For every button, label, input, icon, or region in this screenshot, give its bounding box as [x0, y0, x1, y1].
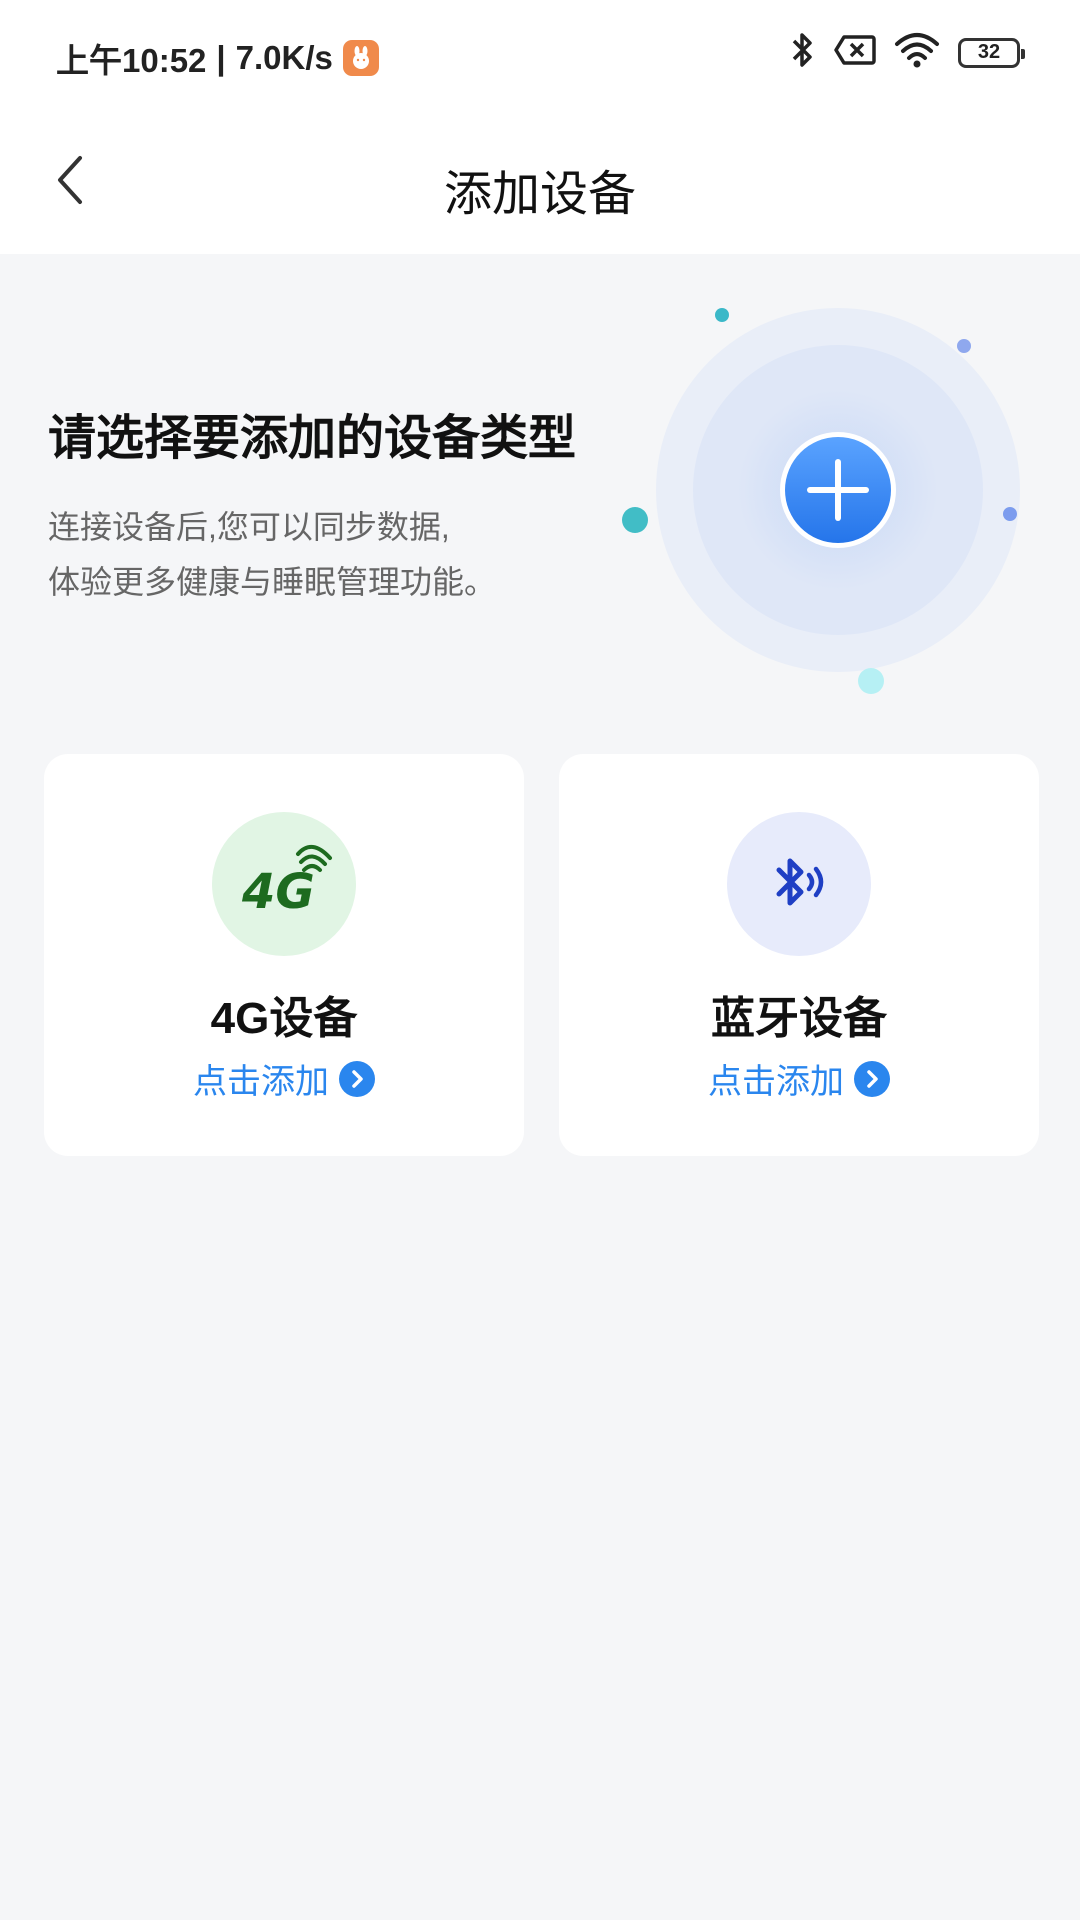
card-action-label: 点击添加: [193, 1063, 329, 1101]
wifi-icon: [894, 32, 940, 73]
card-action-label: 点击添加: [708, 1063, 844, 1101]
bluetooth-signal-icon: [727, 812, 871, 956]
status-separator: |: [216, 39, 226, 76]
status-net-speed: 7.0K/s: [235, 39, 333, 76]
nav-bar: 添加设备: [0, 110, 1080, 254]
decor-dot-3: [622, 507, 648, 533]
status-bar: 上午10:52 | 7.0K/s 32: [0, 0, 1080, 110]
add-bluetooth-device-link[interactable]: 点击添加: [559, 1054, 1039, 1103]
hero-description: 连接设备后,您可以同步数据, 体验更多健康与睡眠管理功能。: [48, 500, 608, 610]
chevron-right-icon: [854, 1060, 890, 1097]
no-sim-icon: [834, 34, 876, 71]
decor-dot-1: [715, 308, 729, 322]
decor-dot-2: [957, 339, 971, 353]
4g-icon-text: 4G: [241, 864, 315, 920]
decor-dot-5: [858, 668, 884, 694]
page-title: 添加设备: [443, 168, 636, 221]
add-4g-device-link[interactable]: 点击添加: [44, 1054, 524, 1103]
hero-heading: 请选择要添加的设备类型: [48, 412, 577, 465]
battery-level: 32: [977, 41, 1001, 63]
battery-icon: 32: [958, 37, 1025, 68]
device-card-bluetooth[interactable]: 蓝牙设备 点击添加: [559, 754, 1039, 1156]
status-left: 上午10:52 | 7.0K/s: [56, 34, 379, 82]
chevron-right-icon: [339, 1060, 375, 1097]
card-title-4g: 4G设备: [210, 994, 358, 1043]
status-time: 上午10:52: [56, 42, 207, 79]
rabbit-app-icon: [342, 40, 379, 76]
device-card-4g[interactable]: 4G 4G设备 点击添加: [44, 754, 524, 1156]
card-title-bluetooth: 蓝牙设备: [711, 994, 887, 1043]
hero-illustration-svg: [622, 308, 1020, 694]
4g-signal-icon: 4G: [212, 812, 356, 956]
bluetooth-icon: [788, 30, 816, 75]
hero-desc-line-1: 连接设备后,您可以同步数据,: [48, 509, 450, 545]
hero-illustration: [610, 290, 1050, 710]
hero-desc-line-2: 体验更多健康与睡眠管理功能。: [48, 564, 497, 600]
decor-dot-4: [1003, 507, 1017, 521]
status-right: 32: [788, 30, 1025, 75]
